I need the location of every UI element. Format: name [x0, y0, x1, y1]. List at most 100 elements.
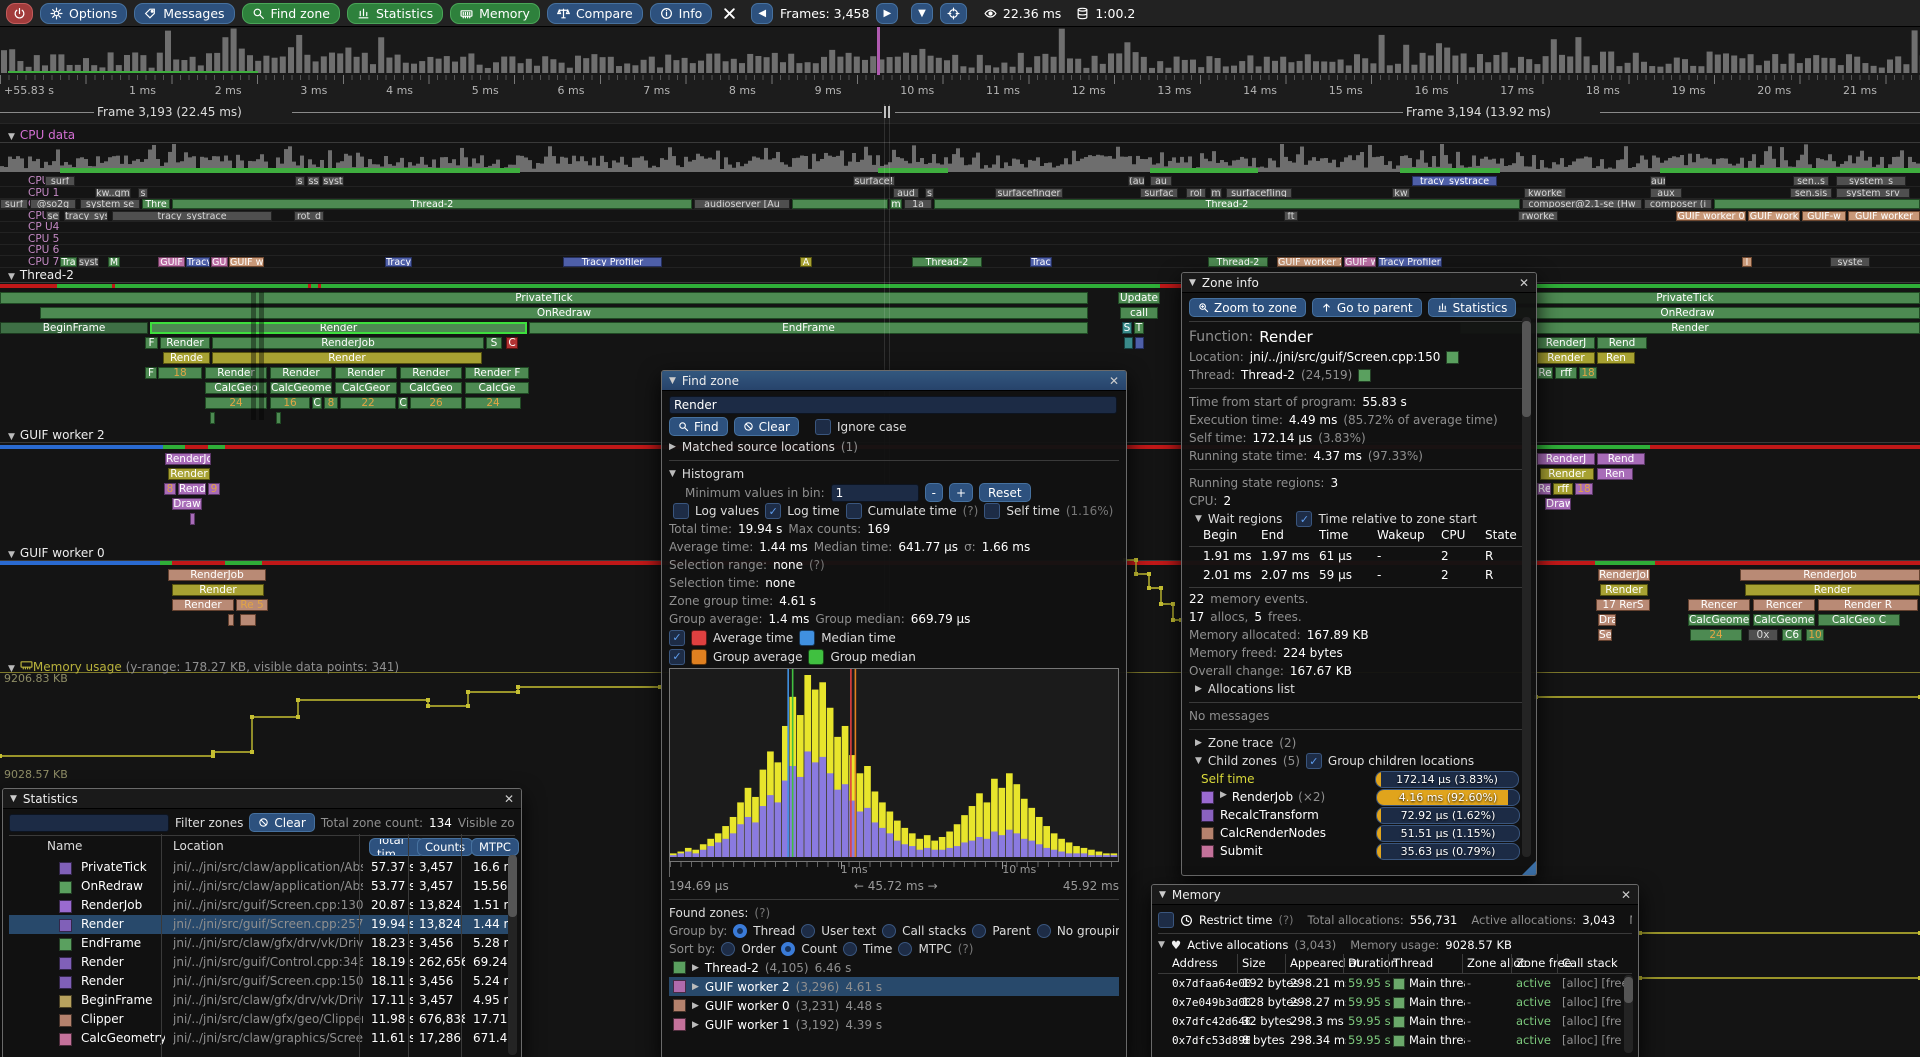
restrict-time-help[interactable]: (?)	[1278, 913, 1293, 927]
table-row[interactable]: Renderjni/../jni/src/guif/Screen.cpp:257…	[9, 915, 515, 934]
radio-button[interactable]	[721, 942, 735, 956]
timeline-zone[interactable]: syste	[1830, 257, 1870, 267]
radio-button[interactable]	[882, 924, 896, 938]
radio-button[interactable]	[972, 924, 986, 938]
zone-group-row[interactable]: ▶GUIF worker 1(3,192)4.39 s	[669, 1015, 1119, 1034]
timeline-zone[interactable]: surfac	[1140, 188, 1178, 198]
timeline-zone[interactable]: GUIF worker	[1848, 211, 1920, 221]
timeline-zone[interactable]: surfacefinger	[995, 188, 1063, 198]
timeline-zone[interactable]: syst	[78, 257, 99, 267]
table-row[interactable]: BeginFramejni/../jni/src/claw/gfx/drv/vk…	[9, 991, 515, 1010]
timeline-zone[interactable]: rot_d	[294, 211, 324, 221]
col-counts-button[interactable]: Counts	[417, 838, 473, 856]
timeline-zone[interactable]: T	[1134, 322, 1144, 334]
timeline-zone[interactable]: EndFrame	[529, 322, 1088, 334]
expand-icon[interactable]: ▶	[669, 442, 676, 452]
timeline-zone[interactable]: aur	[1650, 176, 1666, 186]
table-row[interactable]: OnRedrawjni/../jni/src/claw/application/…	[9, 877, 515, 896]
timeline-zone[interactable]: ft	[1284, 211, 1298, 221]
timeline-zone[interactable]: RenderJob	[1740, 569, 1920, 581]
timeline-zone[interactable]: Render	[168, 468, 210, 480]
time-relative-checkbox[interactable]: ✓	[1296, 511, 1312, 527]
memory-col-header[interactable]: Thread	[1393, 956, 1463, 970]
found-zones-help[interactable]: (?)	[754, 906, 770, 920]
legend-checkbox[interactable]: ✓	[669, 630, 685, 646]
timeline-zone[interactable]: Tracy Profiler	[1378, 257, 1442, 267]
timeline-zone[interactable]: 24	[205, 397, 267, 409]
timeline-zone[interactable]: CalcGeo	[400, 382, 462, 394]
timeline-zone[interactable]: 18	[1579, 367, 1597, 379]
memory-scrollbar[interactable]	[1624, 975, 1633, 1053]
timeline-zone[interactable]: tracy_systrace	[112, 211, 272, 221]
stat-help[interactable]: (?)	[809, 558, 825, 572]
timeline-zone[interactable]: l	[1742, 257, 1752, 267]
timeline-zone[interactable]: GUIF work	[1748, 211, 1800, 221]
statistics-scrollbar[interactable]	[508, 855, 517, 1055]
timeline-zone[interactable]: 26	[410, 397, 462, 409]
timeline-zone[interactable]: GUIF w	[1344, 257, 1376, 267]
zone-group-row[interactable]: ▶Thread-2(4,105)6.46 s	[669, 958, 1119, 977]
legend-checkbox[interactable]: ✓	[669, 649, 685, 665]
wait-col-header[interactable]: End	[1261, 528, 1315, 542]
timeline-zone[interactable]: 24	[465, 397, 521, 409]
timeline-zone[interactable]: C	[506, 337, 518, 349]
timeline-zone[interactable]: kw..gm	[95, 188, 131, 198]
child-zones-label[interactable]: Child zones	[1208, 754, 1277, 768]
timeline-zone[interactable]: Rende	[163, 352, 210, 364]
timeline-zone[interactable]: CalcGeor	[335, 382, 397, 394]
timeline-zone[interactable]: kworke	[1524, 188, 1566, 198]
clear-filter-button[interactable]: Clear	[249, 813, 314, 832]
timeline-zone[interactable]	[228, 614, 234, 626]
thread-section-header[interactable]: ▼Thread-2	[0, 268, 1920, 283]
frame-label[interactable]: Frame 3,194 (13.92 ms)	[1406, 105, 1551, 119]
timeline-zone[interactable]: C	[398, 397, 408, 409]
power-button[interactable]	[6, 3, 33, 24]
timeline-zone[interactable]: Ren	[1597, 352, 1635, 364]
timeline-zone[interactable]: Rend	[178, 483, 206, 495]
min-bin-plus-button[interactable]: +	[949, 483, 973, 502]
timeline-zone[interactable]: OnRedraw	[40, 307, 1088, 319]
timeline-zone[interactable]: Render	[160, 337, 210, 349]
collapse-icon[interactable]: ▼	[669, 376, 676, 386]
timeline-zone[interactable]: BeginFrame	[0, 322, 148, 334]
timeline-zone[interactable]: RenderJob	[168, 569, 266, 581]
radio-button[interactable]	[843, 942, 857, 956]
timeline-zone[interactable]: Re	[1537, 483, 1551, 495]
allocation-row[interactable]: 0x7dfaa64e00192 bytes298.21 ms59.95 sMai…	[1158, 974, 1632, 993]
timeline-zone[interactable]: GUIF worker 0	[1676, 211, 1746, 221]
close-icon[interactable]: ✕	[1621, 888, 1631, 902]
option-checkbox[interactable]	[846, 503, 862, 519]
frame-dropdown-button[interactable]: ▼	[911, 3, 933, 24]
timeline-zone[interactable]: 8	[164, 483, 176, 495]
radio-help[interactable]: (?)	[958, 942, 974, 956]
child-zone-row[interactable]: RecalcTransform72.92 µs (1.62%)	[1189, 806, 1529, 824]
info-button[interactable]: Info	[650, 3, 713, 24]
timeline-zone[interactable]: Render	[1745, 584, 1920, 596]
timeline-zone[interactable]: Render R	[1818, 599, 1918, 611]
expand-icon[interactable]: ▶	[1220, 790, 1227, 804]
cpu-data-section-header[interactable]: ▼CPU data	[0, 128, 1920, 143]
min-bin-input[interactable]	[831, 484, 919, 502]
timeline-zone[interactable]: 18	[158, 367, 202, 379]
timeline-zone[interactable]: Render	[172, 599, 234, 611]
expand-icon[interactable]: ▶	[692, 963, 699, 973]
timeline-zone[interactable]: GUIF-w	[1802, 211, 1846, 221]
find-zone-search-input[interactable]	[669, 396, 1117, 414]
timeline-zone[interactable]: rol	[1186, 188, 1206, 198]
timeline-zone[interactable]: rff	[1555, 367, 1577, 379]
timeline-zone[interactable]: RenderJol	[165, 453, 211, 465]
prev-frame-button[interactable]: ◀	[751, 3, 773, 24]
close-icon[interactable]: ✕	[504, 792, 514, 806]
collapse-icon[interactable]: ▼	[8, 432, 15, 442]
frame-label[interactable]: Frame 3,193 (22.45 ms)	[97, 105, 242, 119]
close-icon[interactable]: ✕	[1519, 276, 1529, 290]
option-help[interactable]: (?)	[963, 504, 979, 518]
timeline-zone[interactable]: composer@2.1-se (Hw	[1522, 199, 1642, 209]
find-button[interactable]: Find	[669, 417, 728, 436]
expand-icon[interactable]: ▶	[692, 1020, 699, 1030]
allocation-row[interactable]: 0x7e049b3d00128 bytes298.27 ms59.95 sMai…	[1158, 993, 1632, 1012]
timeline-zone[interactable]: aud	[893, 188, 919, 198]
timeline-zone[interactable]: audioserver [Au	[694, 199, 790, 209]
radio-button[interactable]	[1037, 924, 1051, 938]
timeline-zone[interactable]	[1714, 199, 1920, 209]
